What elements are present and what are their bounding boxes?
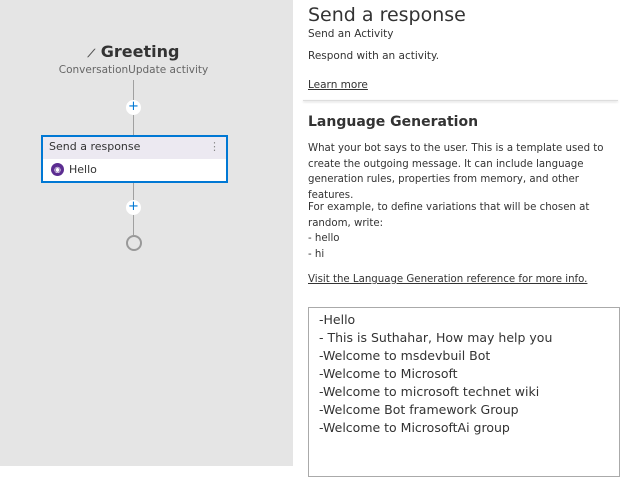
panel-subtitle: Send an Activity [308,28,394,40]
lg-template-editor[interactable]: -Hello - This is Suthahar, How may help … [308,307,620,477]
editor-line: -Welcome to Microsoft [319,366,458,381]
editor-line: -Welcome to microsoft technet wiki [319,384,540,399]
editor-line: -Welcome to MicrosoftAi group [319,420,510,435]
properties-panel: Send a response Send an Activity Respond… [293,0,623,477]
learn-more-link[interactable]: Learn more [308,79,368,91]
editor-line: - This is Suthahar, How may help you [319,330,553,345]
lg-reference-link[interactable]: Visit the Language Generation reference … [308,274,587,285]
example-line: - hi [308,248,325,260]
more-options-icon[interactable]: ⋮ [209,140,220,156]
example-line: - hello [308,233,340,244]
example-list: - hello - hi [308,231,340,262]
editor-line: -Welcome to msdevbuil Bot [319,348,491,363]
section-description: What your bot says to the user. This is … [308,143,604,201]
example-intro: For example, to define variations that w… [308,202,590,229]
node-body: Hello [69,163,97,176]
add-node-button[interactable]: + [126,100,141,115]
trigger-title[interactable]: ⟋ Greeting [0,42,267,61]
section-title: Language Generation [308,114,479,130]
add-node-button[interactable]: + [126,200,141,215]
language-generation-icon: ◉ [51,163,64,176]
send-response-node[interactable]: Send a response ⋮ ◉ Hello [41,135,228,183]
divider [303,100,618,101]
trigger-subtitle: ConversationUpdate activity [58,64,209,76]
panel-title: Send a response [308,4,466,26]
panel-description: Respond with an activity. [308,50,440,62]
flow-canvas: ⟋ Greeting ConversationUpdate activity +… [0,0,293,466]
editor-line: -Welcome Bot framework Group [319,402,519,417]
trigger-icon: ⟋ [87,47,96,60]
end-node-icon [126,235,142,251]
editor-line: -Hello [319,312,356,327]
node-title: Send a response [49,140,141,153]
